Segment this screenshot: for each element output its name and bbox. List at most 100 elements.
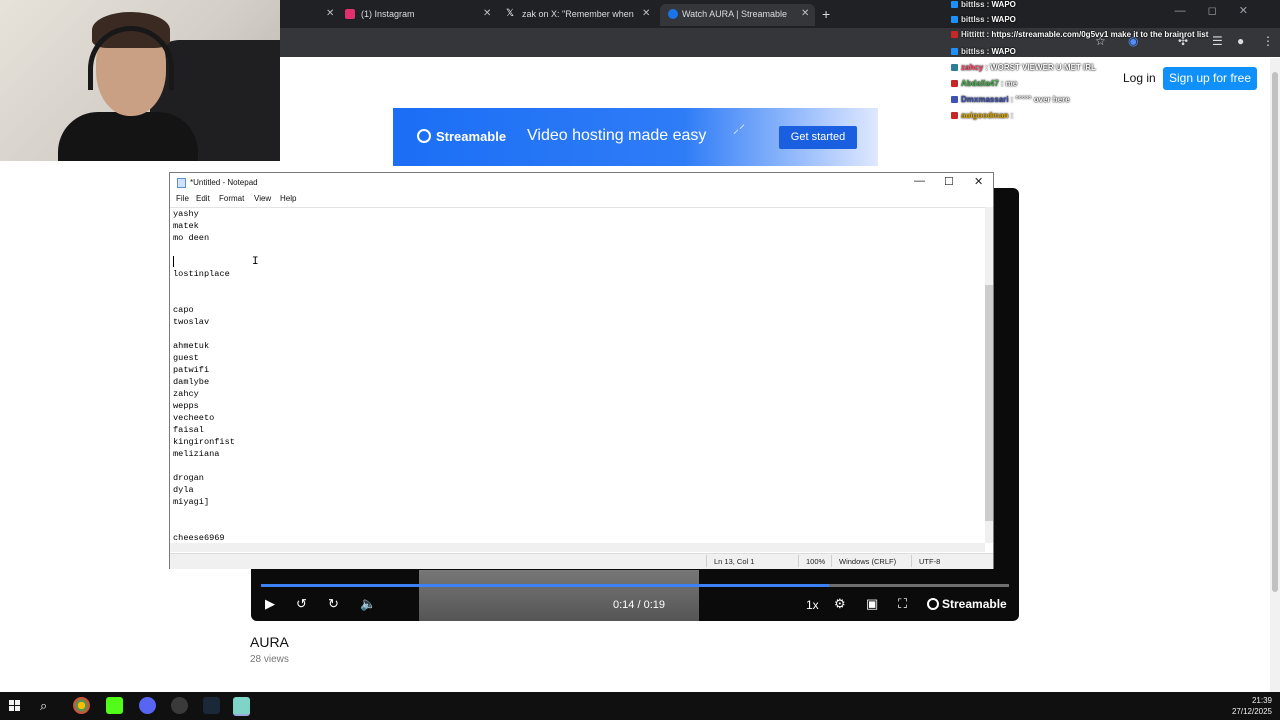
chat-badge-icon bbox=[951, 112, 958, 119]
menu-file[interactable]: File bbox=[176, 194, 189, 203]
start-windows-icon[interactable] bbox=[9, 700, 21, 712]
streamable-logo-icon bbox=[927, 598, 939, 610]
fullscreen-icon[interactable]: ⛶ bbox=[898, 596, 907, 612]
settings-gear-icon[interactable]: ⚙ bbox=[834, 596, 846, 612]
tab-0[interactable]: ✕ bbox=[282, 4, 338, 26]
webcam-overlay bbox=[0, 0, 280, 161]
menu-view[interactable]: View bbox=[254, 194, 271, 203]
rewind-icon[interactable]: ↺ bbox=[296, 596, 307, 612]
chat-message: Hittittt: https://streamable.com/0g5vv1 … bbox=[951, 30, 1208, 44]
notepad-titlebar[interactable]: *Untitled - Notepad — ☐ ✕ bbox=[170, 173, 993, 193]
chat-username: auigoodman bbox=[961, 111, 1009, 120]
close-tab-icon[interactable]: ✕ bbox=[801, 4, 809, 24]
chat-badge-icon bbox=[951, 48, 958, 55]
notepad-menubar: File Edit Format View Help bbox=[170, 194, 993, 206]
signup-button[interactable]: Sign up for free bbox=[1163, 67, 1257, 90]
chat-badge-icon bbox=[951, 16, 958, 23]
chat-message-text: : me bbox=[1000, 79, 1018, 88]
volume-icon[interactable]: 🔈 bbox=[360, 596, 376, 612]
system-clock[interactable]: 21:39 27/12/2025 bbox=[1232, 695, 1272, 717]
chat-badge-icon bbox=[951, 96, 958, 103]
sparkle-icon: ⸝⸍ bbox=[733, 122, 746, 136]
ibeam-cursor-icon: I bbox=[252, 256, 259, 268]
playback-speed-button[interactable]: 1x bbox=[806, 598, 819, 612]
webcam-person-body bbox=[58, 112, 198, 161]
discord-icon[interactable] bbox=[139, 697, 156, 714]
notepad-statusbar: Ln 13, Col 1 100% Windows (CRLF) UTF-8 bbox=[170, 553, 993, 569]
close-tab-icon[interactable]: ✕ bbox=[483, 4, 491, 24]
chat-message-text: : °°°°° over here bbox=[1010, 95, 1070, 104]
chrome-icon[interactable] bbox=[73, 697, 90, 714]
menu-format[interactable]: Format bbox=[219, 194, 244, 203]
clock-date: 27/12/2025 bbox=[1231, 707, 1272, 716]
menu-edit[interactable]: Edit bbox=[196, 194, 210, 203]
progress-fill bbox=[261, 584, 830, 587]
steam-icon[interactable] bbox=[203, 697, 220, 714]
tab-streamable[interactable]: Watch AURA | Streamable ✕ bbox=[660, 4, 815, 26]
chat-message-text: : WAPO bbox=[986, 47, 1016, 56]
chat-username: Dmxmassari bbox=[961, 95, 1009, 104]
cursor-position: Ln 13, Col 1 bbox=[714, 557, 755, 566]
chat-username: bittlss bbox=[961, 15, 985, 24]
banner-tagline: Video hosting made easy bbox=[527, 127, 707, 144]
notepad-text-area[interactable]: yashy matek mo deen lostinplace capo two… bbox=[170, 207, 985, 544]
close-icon[interactable]: ✕ bbox=[974, 175, 983, 188]
chat-message-text: : WORST VIEWER U MET IRL bbox=[985, 63, 1096, 72]
page-scrollbar-thumb[interactable] bbox=[1272, 72, 1278, 592]
picture-in-picture-icon[interactable]: ▣ bbox=[866, 596, 878, 612]
notepad-horizontal-scrollbar[interactable] bbox=[170, 543, 985, 552]
search-icon[interactable]: ⌕ bbox=[40, 698, 56, 714]
reading-list-icon[interactable]: ☰ bbox=[1212, 34, 1223, 48]
login-link[interactable]: Log in bbox=[1123, 71, 1156, 85]
get-started-button[interactable]: Get started bbox=[779, 126, 857, 149]
video-frame bbox=[419, 570, 699, 621]
streamable-favicon-icon bbox=[668, 9, 678, 19]
banner-logo-text: Streamable bbox=[436, 129, 507, 144]
chat-username: Abdalla47 bbox=[961, 79, 999, 88]
tab-label: (1) Instagram bbox=[361, 9, 415, 19]
x-logo-icon: 𝕏 bbox=[506, 8, 515, 19]
chat-message-text: : bbox=[1010, 111, 1014, 120]
notepad-window[interactable]: *Untitled - Notepad — ☐ ✕ File Edit Form… bbox=[169, 172, 994, 569]
maximize-icon[interactable]: ☐ bbox=[944, 175, 954, 188]
profile-avatar-icon[interactable]: ● bbox=[1237, 34, 1244, 48]
close-tab-icon[interactable]: ✕ bbox=[326, 4, 334, 24]
progress-bar[interactable] bbox=[261, 584, 1009, 587]
chat-message: bittlss: WAPO bbox=[951, 15, 1016, 29]
windows-taskbar: ⌕ 21:39 27/12/2025 bbox=[0, 692, 1280, 720]
chat-badge-icon bbox=[951, 1, 958, 8]
chat-badge-icon bbox=[951, 64, 958, 71]
kebab-menu-icon[interactable]: ⋮ bbox=[1262, 34, 1274, 48]
time-display: 0:14 / 0:19 bbox=[613, 599, 665, 611]
menu-help[interactable]: Help bbox=[280, 194, 296, 203]
chat-message: zahcy: WORST VIEWER U MET IRL bbox=[951, 63, 1096, 77]
minimize-icon[interactable]: — bbox=[914, 175, 925, 187]
close-tab-icon[interactable]: ✕ bbox=[642, 4, 650, 24]
notepad-taskbar-icon[interactable] bbox=[233, 697, 250, 716]
chat-badge-icon bbox=[951, 80, 958, 87]
notepad-scroll-thumb[interactable] bbox=[985, 285, 993, 521]
player-brand[interactable]: Streamable bbox=[927, 597, 1007, 611]
text-caret bbox=[173, 256, 174, 267]
notepad-text[interactable]: yashy matek mo deen lostinplace capo two… bbox=[173, 208, 235, 544]
forward-icon[interactable]: ↻ bbox=[328, 596, 339, 612]
kick-icon[interactable] bbox=[106, 697, 123, 714]
window-controls[interactable]: —◻✕ bbox=[1175, 4, 1270, 17]
streamable-logo-icon bbox=[417, 129, 431, 143]
chat-message-text: : WAPO bbox=[986, 15, 1016, 24]
chat-username: bittlss bbox=[961, 47, 985, 56]
chat-username: bittlss bbox=[961, 0, 985, 9]
view-count: 28 views bbox=[250, 654, 289, 665]
new-tab-button[interactable]: + bbox=[822, 4, 830, 24]
promo-banner[interactable]: Streamable Video hosting made easy ⸝⸍ Ge… bbox=[393, 108, 878, 166]
obs-icon[interactable] bbox=[171, 697, 188, 714]
zoom-level: 100% bbox=[806, 557, 826, 566]
video-title: AURA bbox=[250, 634, 289, 650]
chat-message-text: : https://streamable.com/0g5vv1 make it … bbox=[986, 30, 1209, 39]
chat-badge-icon bbox=[951, 31, 958, 38]
line-endings: Windows (CRLF) bbox=[839, 557, 897, 566]
tab-x-post[interactable]: 𝕏 zak on X: "Remember when xQ ✕ bbox=[506, 4, 654, 26]
tab-instagram[interactable]: (1) Instagram ✕ bbox=[345, 4, 495, 26]
play-icon[interactable]: ▶ bbox=[265, 596, 275, 612]
chat-message: Abdalla47: me bbox=[951, 79, 1017, 93]
